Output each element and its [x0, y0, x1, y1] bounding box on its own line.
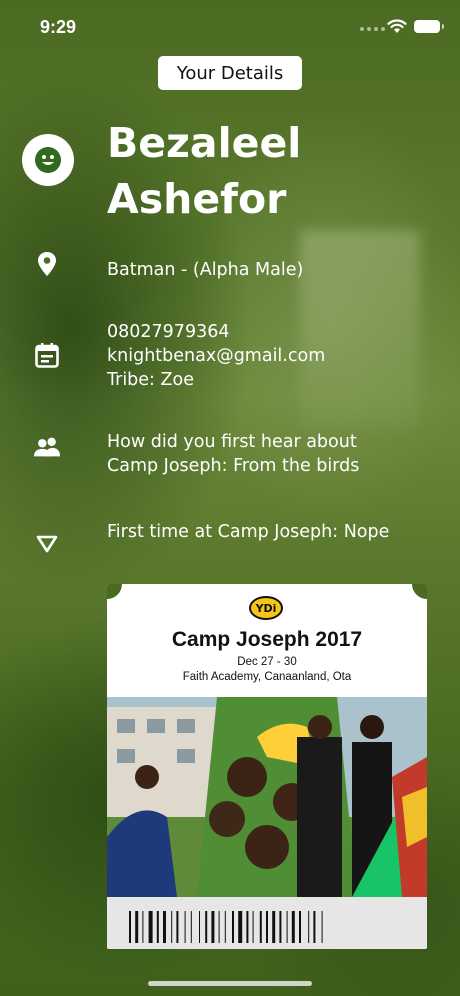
your-details-button[interactable]: Your Details — [158, 56, 302, 90]
ticket-photo — [107, 697, 427, 897]
status-bar: 9:29 — [0, 0, 460, 56]
wifi-icon — [387, 19, 407, 33]
status-time: 9:29 — [40, 17, 77, 37]
first-time-text: First time at Camp Joseph: Nope — [107, 522, 390, 542]
avatar[interactable] — [22, 134, 74, 186]
tribe-text: Tribe: Zoe — [107, 370, 194, 390]
group-photo-illustration — [107, 697, 427, 897]
smiley-face-icon — [35, 147, 61, 173]
ydi-logo: YDi — [249, 596, 283, 620]
location-pin-icon — [33, 250, 61, 278]
people-icon — [33, 433, 61, 461]
triangle-down-icon — [33, 530, 61, 558]
ticket-dates: Dec 27 - 30 — [237, 656, 297, 668]
ticket-barcode — [107, 897, 427, 949]
battery-icon — [414, 20, 444, 33]
first-name: Bezaleel — [107, 119, 302, 167]
profile-name: Bezaleel Ashefor — [107, 115, 427, 227]
phone-number[interactable]: 08027979364 — [107, 320, 437, 344]
referral-line-2: Camp Joseph: From the birds — [107, 456, 360, 476]
referral-line-1: How did you first hear about — [107, 432, 357, 452]
camp-ticket[interactable]: YDi Camp Joseph 2017 Dec 27 - 30 Faith A… — [107, 584, 427, 949]
contact-info: 08027979364 knightbenax@gmail.com Tribe:… — [107, 320, 437, 392]
ticket-notch — [412, 584, 427, 599]
home-indicator[interactable] — [148, 981, 312, 986]
signal-dots-icon — [360, 27, 385, 31]
ticket-venue: Faith Academy, Canaanland, Ota — [182, 671, 352, 683]
barcode-icon — [129, 911, 323, 943]
ticket-title: Camp Joseph 2017 — [171, 628, 363, 651]
ticket-notch — [107, 584, 122, 599]
calendar-icon — [33, 341, 61, 369]
role-text: Batman - (Alpha Male) — [107, 260, 304, 280]
referral-text: How did you first hear about Camp Joseph… — [107, 430, 437, 478]
email-address[interactable]: knightbenax@gmail.com — [107, 344, 437, 368]
last-name: Ashefor — [107, 175, 287, 223]
